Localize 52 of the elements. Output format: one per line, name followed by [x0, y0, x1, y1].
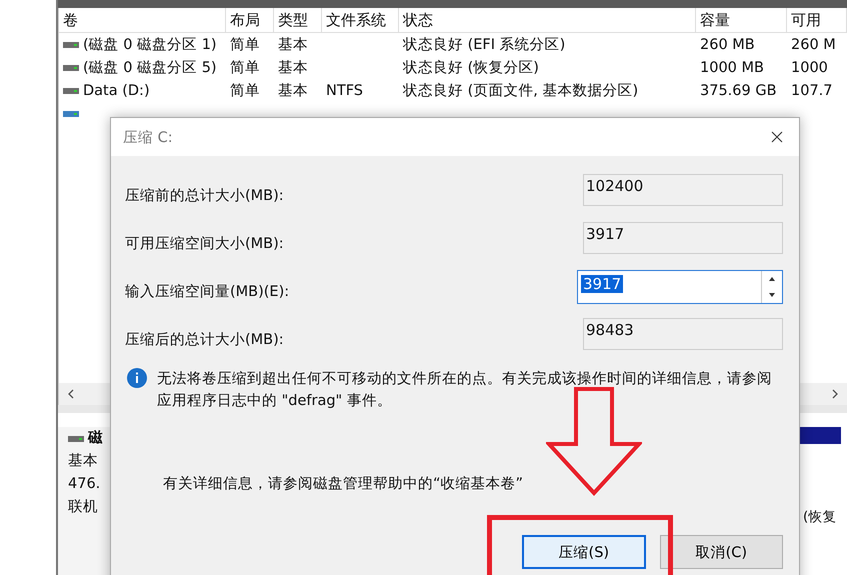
disk-info-text: 476. [68, 475, 102, 494]
table-cell: Data (D:) [83, 82, 150, 98]
table-cell-text: 状态良好 (恢复分区) [403, 58, 539, 77]
table-cell: 1000 MB [700, 60, 764, 76]
cancel-button[interactable]: 取消(C) [660, 535, 783, 569]
table-cell-text: 基本 [278, 36, 308, 54]
table-cell: 260 MB [700, 36, 755, 52]
table-cell: 375.69 GB [700, 82, 777, 98]
column-header[interactable]: 类型 [274, 8, 322, 32]
table-cell: 260 M [791, 36, 836, 52]
column-header[interactable]: 文件系统 [322, 8, 399, 32]
dialog-title: 压缩 C: [123, 128, 173, 146]
disk-info-text: 基本 [68, 452, 99, 471]
field-label: 压缩前的总计大小(MB): [125, 187, 284, 205]
disk-name: 磁 [88, 429, 103, 448]
column-header[interactable]: 状态 [399, 8, 696, 32]
field-label: 可用压缩空间大小(MB): [125, 235, 284, 253]
partition-header-bar [797, 427, 841, 444]
scroll-right-icon[interactable] [831, 389, 839, 399]
system-drive-icon [63, 110, 79, 118]
table-cell-text: 状态良好 (页面文件, 基本数据分区) [403, 82, 638, 100]
table-cell-text: 基本 [278, 59, 308, 77]
scroll-left-icon[interactable] [67, 389, 75, 399]
column-header[interactable]: 卷 [59, 8, 226, 32]
readonly-field: 3917 [583, 222, 783, 254]
table-cell: 107.7 [791, 82, 833, 98]
table-cell: NTFS [326, 82, 363, 98]
readonly-field: 102400 [583, 174, 783, 206]
disk-info-text: 联机 [68, 498, 99, 517]
field-label: 压缩后的总计大小(MB): [125, 331, 284, 349]
field-label: 输入压缩空间量(MB)(E): [125, 283, 290, 301]
table-cell-text: 简单 [230, 82, 260, 100]
close-icon[interactable] [771, 131, 783, 143]
info-message: 无法将卷压缩到超出任何不可移动的文件所在的点。有关完成该操作时间的详细信息，请参阅应用程序日志中的 "defrag" 事件。 [157, 370, 773, 411]
readonly-field: 98483 [583, 318, 783, 350]
drive-icon [63, 40, 79, 48]
shrink-button[interactable]: 压缩(S) [522, 535, 646, 569]
info-icon [127, 368, 147, 388]
drive-icon [63, 86, 79, 94]
column-header[interactable]: 容量 [696, 8, 787, 32]
table-cell-text: 基本 [278, 82, 308, 100]
table-cell-text: (磁盘 0 磁盘分区 1) [83, 36, 217, 54]
table-cell-text: (磁盘 0 磁盘分区 5) [83, 59, 217, 77]
table-cell: 1000 [791, 60, 828, 76]
drive-icon [63, 64, 79, 72]
partition-text: (恢复 [803, 508, 838, 526]
table-cell-text: 简单 [230, 59, 260, 77]
help-text: 有关详细信息，请参阅磁盘管理帮助中的“收缩基本卷” [163, 474, 524, 493]
column-header[interactable]: 可用 [787, 8, 847, 32]
table-cell-text: 简单 [230, 36, 260, 54]
column-header[interactable]: 布局 [226, 8, 274, 32]
table-cell-text: 状态良好 (EFI 系统分区) [403, 36, 566, 54]
